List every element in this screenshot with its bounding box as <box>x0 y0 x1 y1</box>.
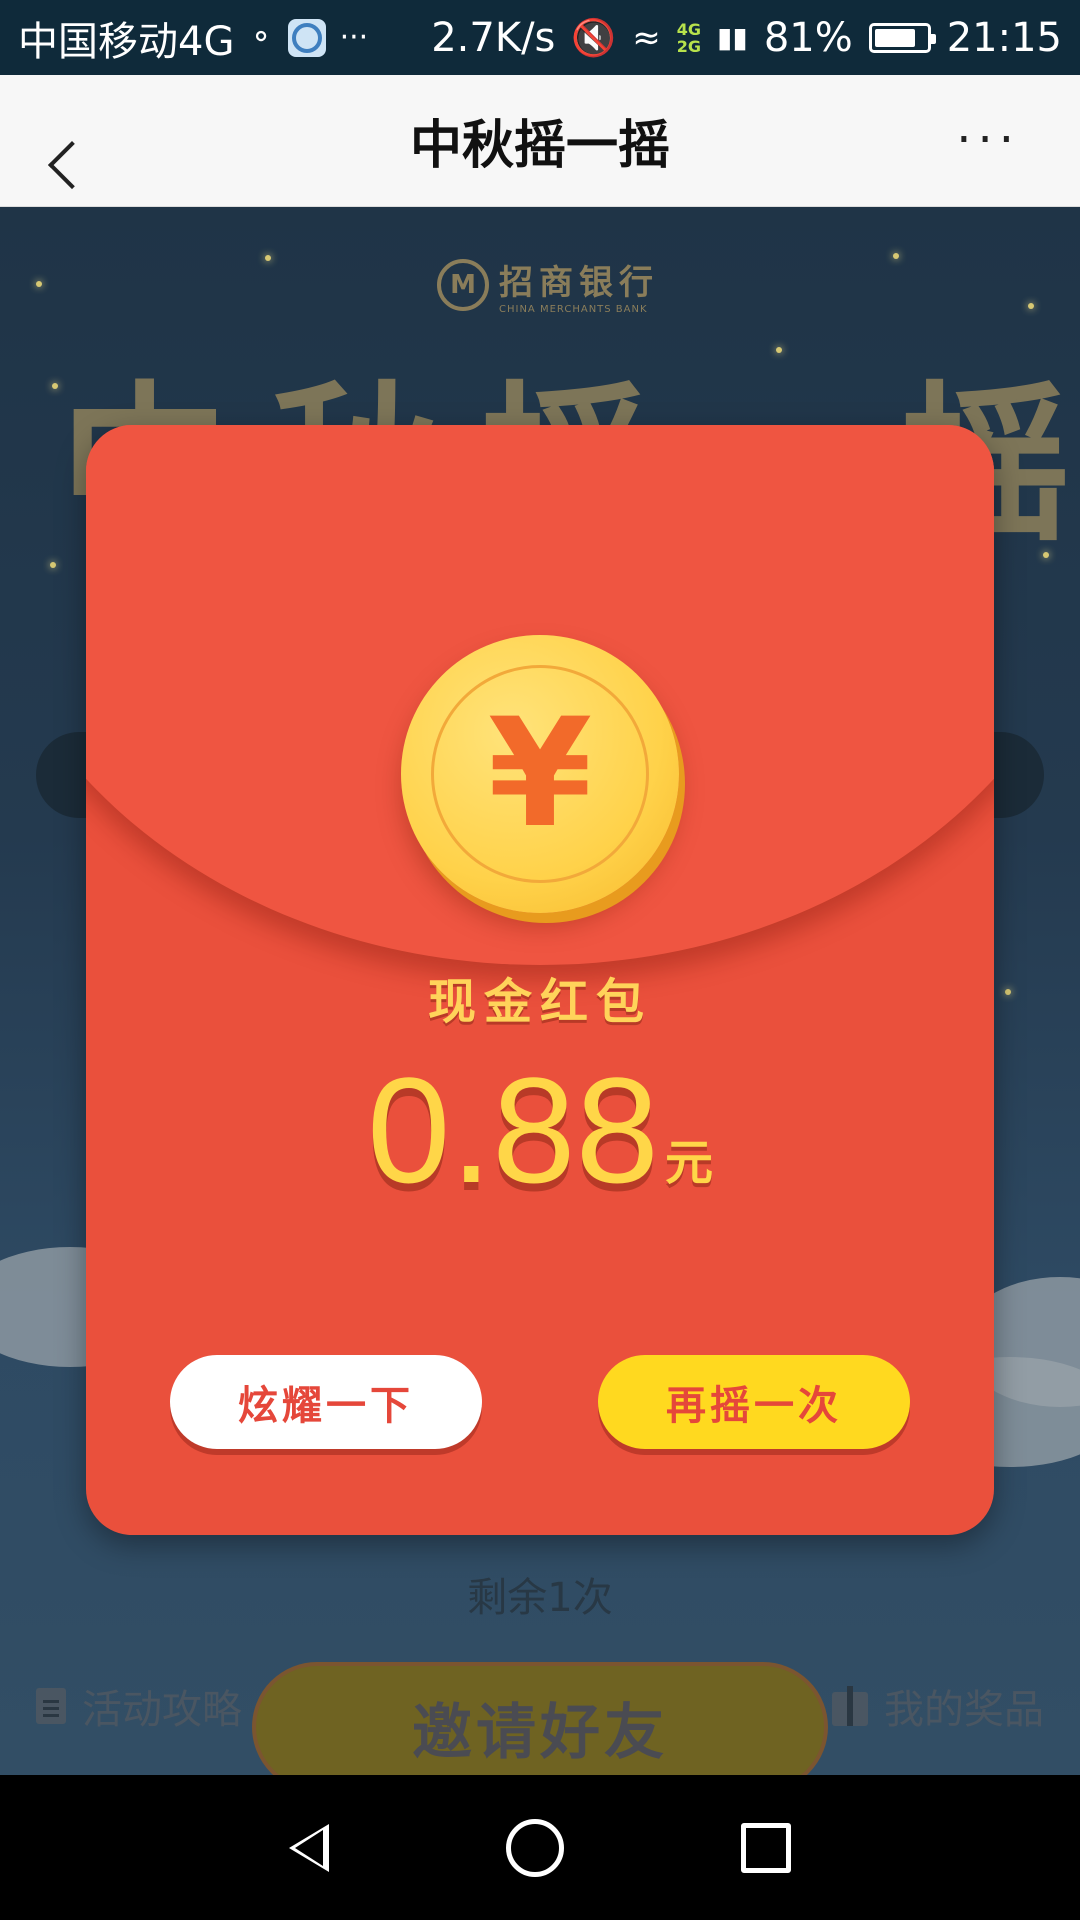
system-nav-bar <box>0 1775 1080 1920</box>
back-arrow-icon[interactable] <box>62 119 108 165</box>
prize-unit: 元 <box>664 1135 713 1191</box>
more-menu-icon[interactable]: ··· <box>956 116 1020 164</box>
wifi-icon: ≈ <box>632 17 661 58</box>
battery-icon <box>868 22 936 53</box>
battery-percent: 81% <box>763 14 853 61</box>
carrier-label: 中国移动4G <box>18 18 235 65</box>
signal-icon: ▮▮ <box>716 21 748 54</box>
network-type: 4G 2G <box>676 19 701 56</box>
app-notification-icon <box>287 18 326 57</box>
battery-fill <box>874 28 916 47</box>
network-speed: 2.7K/s <box>431 14 556 61</box>
prize-label: 现金红包 <box>427 974 652 1030</box>
prize-amount-row: 0.88 元 <box>86 1055 994 1205</box>
yuan-symbol: ¥ <box>431 665 649 883</box>
show-off-button[interactable]: 炫耀一下 <box>170 1355 482 1449</box>
more-notifications-icon: ··· <box>339 20 369 55</box>
shake-again-button[interactable]: 再摇一次 <box>598 1355 910 1449</box>
mute-icon: 🔇 <box>571 17 617 59</box>
prize-amount: 0.88 <box>367 1046 659 1214</box>
page-title: 中秋摇一摇 <box>409 116 670 176</box>
red-envelope-modal: ¥ 现金红包 0.88 元 炫耀一下 再摇一次 <box>86 425 994 1535</box>
gold-coin-icon: ¥ <box>401 635 679 913</box>
status-bar: 中国移动4G ⚬ ··· 2.7K/s 🔇 ≈ 4G 2G ▮▮ 81% 21:… <box>0 0 1080 75</box>
message-icon: ⚬ <box>248 20 274 55</box>
clock: 21:15 <box>946 14 1062 61</box>
nav-home-icon[interactable] <box>505 1818 564 1877</box>
title-bar: 中秋摇一摇 ··· <box>0 75 1080 207</box>
nav-back-icon[interactable] <box>288 1823 329 1872</box>
nav-recent-apps-icon[interactable] <box>741 1822 792 1873</box>
